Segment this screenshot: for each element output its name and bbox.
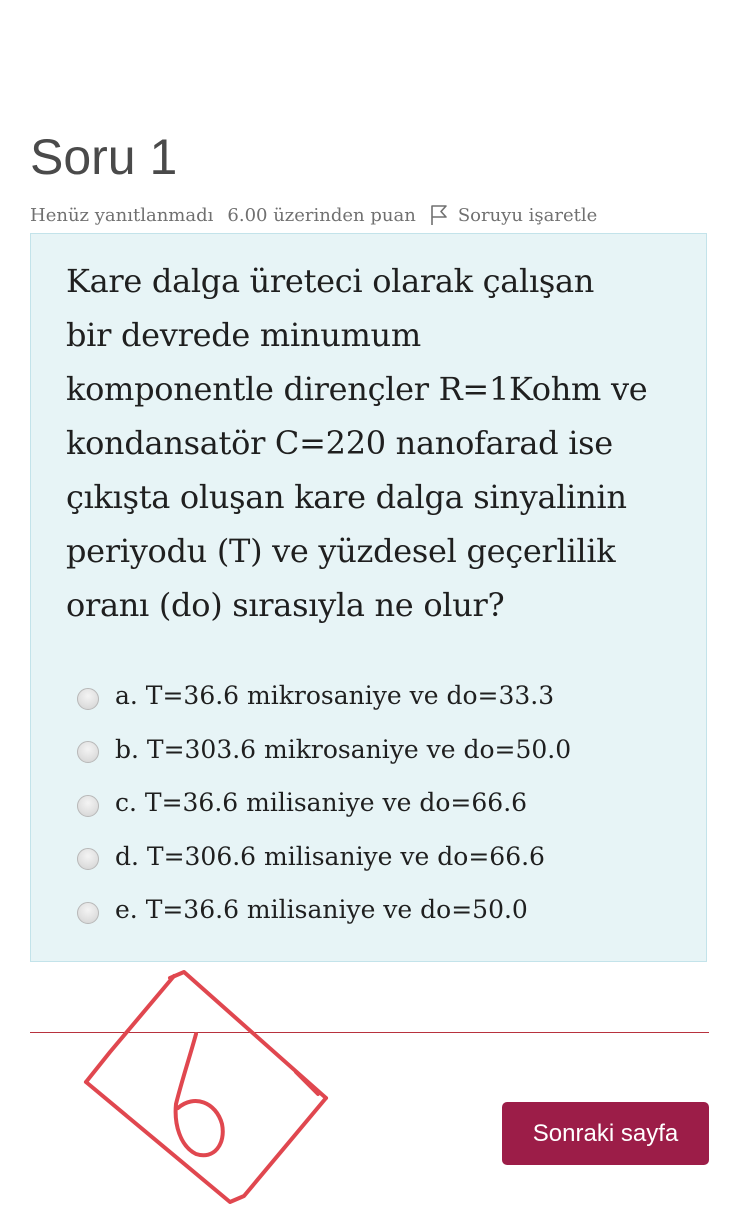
flag-question-link[interactable]: Soruyu işaretle — [430, 204, 597, 226]
question-content: Kare dalga üreteci olarak çalışan bir de… — [30, 233, 707, 962]
answer-label-a: a. T=36.6 mikrosaniye ve do=33.3 — [115, 681, 555, 711]
answer-option-e[interactable]: e. T=36.6 milisaniye ve do=50.0 — [77, 883, 571, 937]
question-text-line: komponentle dirençler R=1Kohm ve — [66, 370, 648, 408]
answer-radio-e[interactable] — [77, 901, 99, 924]
answer-label-c: c. T=36.6 milisaniye ve do=66.6 — [115, 788, 528, 818]
question-title: Soru 1 — [30, 129, 178, 185]
question-text-line: kondansatör C=220 nanofarad ise — [66, 424, 613, 462]
answer-option-d[interactable]: d. T=306.6 milisaniye ve do=66.6 — [77, 830, 571, 884]
answer-label-d: d. T=306.6 milisaniye ve do=66.6 — [115, 841, 545, 871]
question-text-line: oranı (do) sırasıyla ne olur? — [66, 586, 505, 624]
divider — [30, 1032, 709, 1033]
question-text-line: periyodu (T) ve yüzdesel geçerlilik — [66, 532, 616, 570]
answer-radio-a[interactable] — [77, 687, 99, 710]
question-text: Kare dalga üreteci olarak çalışan bir de… — [66, 254, 686, 632]
question-grade: 6.00 üzerinden puan — [227, 204, 416, 226]
answer-option-a[interactable]: a. T=36.6 mikrosaniye ve do=33.3 — [77, 669, 571, 723]
flag-icon — [431, 205, 447, 225]
answer-option-b[interactable]: b. T=303.6 mikrosaniye ve do=50.0 — [77, 723, 571, 777]
question-text-line: bir devrede minumum — [66, 316, 421, 354]
answer-radio-d[interactable] — [77, 848, 99, 871]
question-text-line: çıkışta oluşan kare dalga sinyalinin — [66, 478, 627, 516]
flag-question-label: Soruyu işaretle — [457, 204, 598, 226]
question-text-line: Kare dalga üreteci olarak çalışan — [66, 262, 595, 300]
answer-radio-b[interactable] — [77, 741, 99, 764]
answer-list: a. T=36.6 mikrosaniye ve do=33.3 b. T=30… — [77, 669, 571, 937]
answer-radio-c[interactable] — [77, 794, 99, 817]
answer-label-e: e. T=36.6 milisaniye ve do=50.0 — [115, 895, 528, 925]
answer-label-b: b. T=303.6 mikrosaniye ve do=50.0 — [115, 734, 572, 764]
question-info: Henüz yanıtlanmadı 6.00 üzerinden puan S… — [30, 200, 597, 230]
next-page-button[interactable]: Sonraki sayfa — [502, 1102, 709, 1165]
question-state: Henüz yanıtlanmadı — [30, 204, 214, 226]
answer-option-c[interactable]: c. T=36.6 milisaniye ve do=66.6 — [77, 776, 571, 830]
